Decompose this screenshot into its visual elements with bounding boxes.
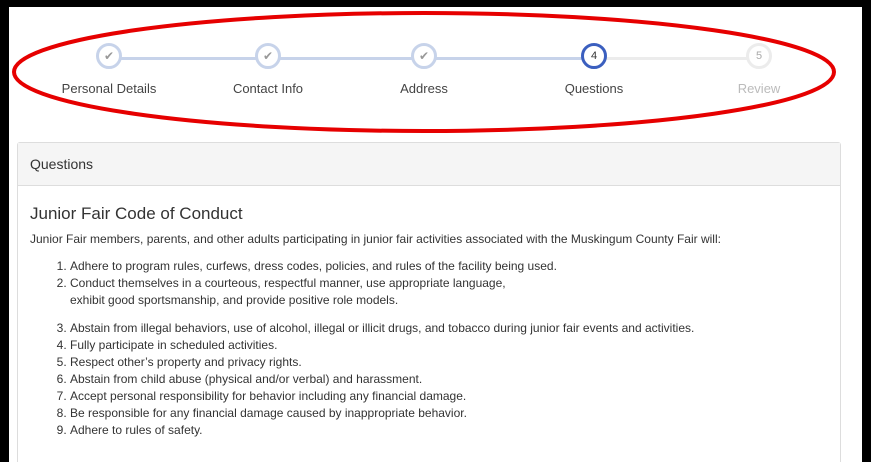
check-icon: ✔ bbox=[262, 49, 274, 63]
intro-text: Junior Fair members, parents, and other … bbox=[30, 232, 721, 246]
check-icon: ✔ bbox=[418, 49, 430, 63]
step-label: Address bbox=[400, 81, 448, 96]
list-item: Fully participate in scheduled activitie… bbox=[70, 337, 828, 354]
step-questions[interactable]: 4 Questions bbox=[514, 43, 674, 96]
step-complete-circle: ✔ bbox=[411, 43, 437, 69]
list-item: Conduct themselves in a courteous, respe… bbox=[70, 275, 540, 309]
rules-list: Adhere to program rules, curfews, dress … bbox=[30, 258, 828, 439]
step-complete-circle: ✔ bbox=[96, 43, 122, 69]
list-item: Accept personal responsibility for behav… bbox=[70, 388, 828, 405]
progress-stepper: ✔ Personal Details ✔ Contact Info ✔ Addr… bbox=[9, 7, 862, 133]
step-complete-circle: ✔ bbox=[255, 43, 281, 69]
list-item: Adhere to program rules, curfews, dress … bbox=[70, 258, 828, 275]
step-review[interactable]: 5 Review bbox=[679, 43, 839, 96]
check-icon: ✔ bbox=[103, 49, 115, 63]
list-item: Be responsible for any financial damage … bbox=[70, 405, 828, 422]
list-item: Adhere to rules of safety. bbox=[70, 422, 828, 439]
step-label: Questions bbox=[564, 81, 624, 96]
step-label: Personal Details bbox=[61, 81, 157, 96]
section-title: Junior Fair Code of Conduct bbox=[30, 204, 243, 223]
panel-heading: Questions bbox=[18, 143, 840, 186]
step-address[interactable]: ✔ Address bbox=[344, 43, 504, 96]
frame-border-top bbox=[0, 0, 871, 7]
step-number-circle: 4 bbox=[581, 43, 607, 69]
list-item: Abstain from child abuse (physical and/o… bbox=[70, 371, 828, 388]
panel-body: Junior Fair Code of Conduct Junior Fair … bbox=[18, 204, 840, 439]
list-item: Abstain from illegal behaviors, use of a… bbox=[70, 320, 828, 337]
step-number-circle: 5 bbox=[746, 43, 772, 69]
page: ✔ Personal Details ✔ Contact Info ✔ Addr… bbox=[9, 7, 862, 462]
list-item: Respect other’s property and privacy rig… bbox=[70, 354, 828, 371]
step-personal-details[interactable]: ✔ Personal Details bbox=[29, 43, 189, 96]
step-label: Review bbox=[737, 81, 781, 96]
step-label: Contact Info bbox=[232, 81, 304, 96]
questions-panel: Questions Junior Fair Code of Conduct Ju… bbox=[17, 142, 841, 462]
step-contact-info[interactable]: ✔ Contact Info bbox=[188, 43, 348, 96]
